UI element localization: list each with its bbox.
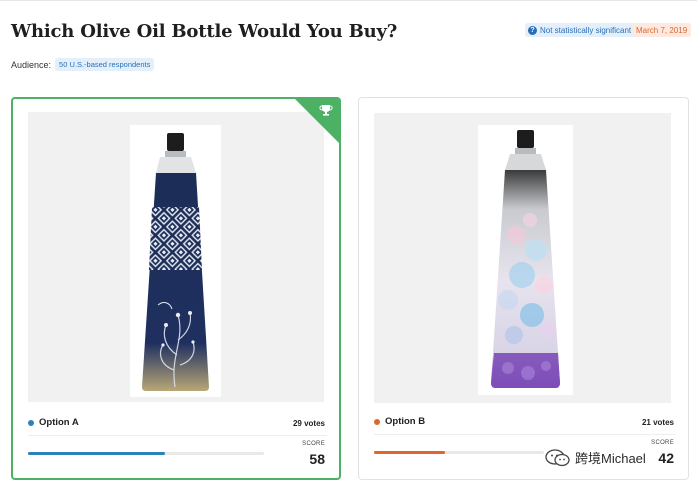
option-a-label-row: Option A — [28, 417, 79, 428]
option-a-score-bar — [28, 452, 264, 455]
option-b-label: Option B — [385, 416, 426, 427]
poll-results-panel: Which Olive Oil Bottle Would You Buy? ? … — [0, 0, 697, 488]
wechat-logo-icon — [545, 448, 570, 466]
option-b-score-label: SCORE — [651, 440, 674, 446]
option-a-image[interactable] — [130, 125, 221, 397]
trophy-icon — [319, 105, 333, 116]
option-b-image[interactable] — [478, 125, 573, 395]
watermark-text: 跨境Michael — [575, 451, 646, 466]
bottle-a-illustration — [142, 133, 209, 391]
option-b-score-bar-fill — [374, 451, 445, 454]
info-icon: ? — [528, 25, 537, 35]
option-a-image-frame — [28, 112, 324, 402]
divider — [28, 435, 327, 436]
option-b-votes: 21 votes — [641, 418, 674, 427]
date-badge: March 7, 2019 — [632, 23, 692, 37]
divider — [374, 434, 676, 435]
option-a-score-bar-fill — [28, 452, 165, 455]
option-a-card[interactable]: Option A 29 votes SCORE 58 — [11, 97, 341, 480]
significance-badge-label: Not statistically significant — [540, 25, 632, 35]
option-b-score-bar — [374, 451, 544, 454]
option-a-label: Option A — [39, 417, 79, 428]
option-b-image-frame — [374, 113, 671, 403]
page-title: Which Olive Oil Bottle Would You Buy? — [11, 21, 398, 42]
option-b-score: 42 — [658, 450, 674, 466]
option-b-dot — [374, 418, 380, 425]
option-b-label-row: Option B — [374, 416, 425, 427]
audience-label: Audience: — [11, 59, 52, 70]
option-a-votes: 29 votes — [292, 419, 325, 428]
watermark: 跨境Michael — [545, 448, 646, 467]
audience-row: Audience: 50 U.S.-based respondents — [11, 58, 155, 71]
option-a-score: 58 — [309, 451, 325, 467]
option-b-card[interactable]: Option B 21 votes SCORE 42 — [358, 97, 689, 480]
significance-badge[interactable]: ? Not statistically significant — [525, 23, 637, 37]
audience-tag[interactable]: 50 U.S.-based respondents — [55, 58, 155, 71]
option-a-dot — [28, 419, 34, 426]
option-a-score-label: SCORE — [302, 441, 325, 447]
bottle-b-illustration — [491, 130, 560, 388]
